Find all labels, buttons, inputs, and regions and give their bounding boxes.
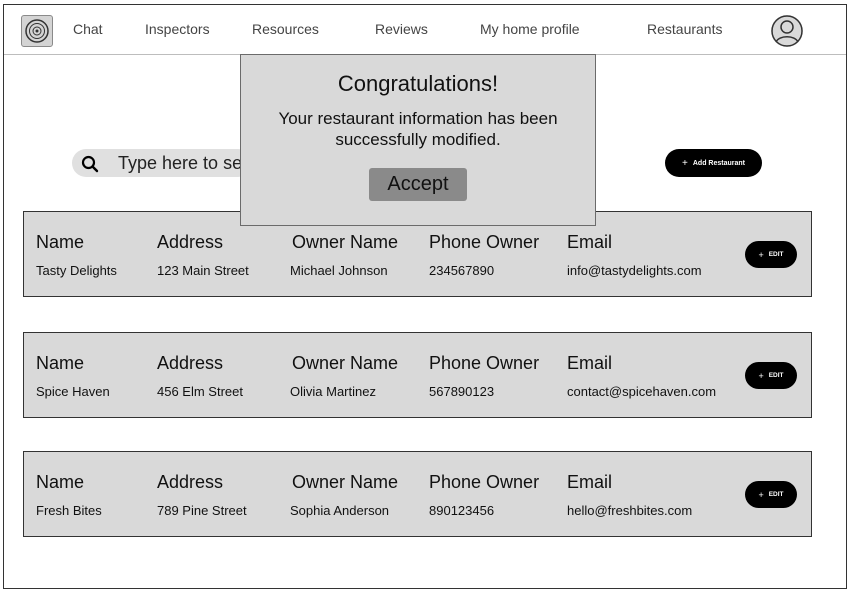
restaurant-name: Fresh Bites xyxy=(36,503,102,518)
restaurant-card: Name Address Owner Name Phone Owner Emai… xyxy=(23,451,812,537)
modal-message: Your restaurant information has been suc… xyxy=(278,109,558,149)
restaurant-email: info@tastydelights.com xyxy=(567,263,702,278)
owner-name: Michael Johnson xyxy=(290,263,388,278)
owner-name-label: Owner Name xyxy=(292,472,399,492)
search-input[interactable] xyxy=(118,151,252,175)
owner-phone: 234567890 xyxy=(429,263,495,278)
address-label: Address xyxy=(157,353,224,373)
owner-name-label: Owner Name xyxy=(292,353,399,373)
plus-icon: + xyxy=(758,370,764,381)
add-restaurant-label: Add Restaurant xyxy=(692,159,745,167)
owner-phone: 890123456 xyxy=(429,503,495,518)
edit-label: EDIT xyxy=(768,372,784,379)
owner-name: Sophia Anderson xyxy=(290,503,390,518)
name-label: Name xyxy=(36,353,85,373)
restaurant-name: Spice Haven xyxy=(36,384,110,399)
plus-icon: + xyxy=(758,489,764,500)
address-label: Address xyxy=(157,232,224,252)
restaurant-address: 123 Main Street xyxy=(157,263,249,278)
user-avatar-icon[interactable] xyxy=(771,15,803,47)
nav-link-my-home-profile[interactable]: My home profile xyxy=(480,21,580,37)
edit-button[interactable]: + EDIT xyxy=(745,362,797,389)
nav-link-resources[interactable]: Resources xyxy=(252,21,319,37)
email-label: Email xyxy=(567,232,613,252)
plus-icon: + xyxy=(682,157,688,169)
nav-link-chat[interactable]: Chat xyxy=(73,21,103,37)
nav-link-restaurants[interactable]: Restaurants xyxy=(647,21,722,37)
nav-link-reviews[interactable]: Reviews xyxy=(375,21,428,37)
restaurant-email: hello@freshbites.com xyxy=(567,503,693,518)
edit-button[interactable]: + EDIT xyxy=(745,481,797,508)
edit-label: EDIT xyxy=(768,251,784,258)
edit-label: EDIT xyxy=(768,491,784,498)
modal-title: Congratulations! xyxy=(337,71,499,96)
name-label: Name xyxy=(36,232,85,252)
accept-button[interactable]: Accept xyxy=(369,168,467,201)
phone-owner-label: Phone Owner xyxy=(429,472,540,492)
restaurant-address: 789 Pine Street xyxy=(157,503,247,518)
restaurant-address: 456 Elm Street xyxy=(157,384,243,399)
nav-link-inspectors[interactable]: Inspectors xyxy=(145,21,210,37)
restaurant-logo-icon[interactable] xyxy=(21,15,53,47)
restaurant-name: Tasty Delights xyxy=(36,263,117,278)
plus-icon: + xyxy=(758,249,764,260)
owner-name: Olivia Martinez xyxy=(290,384,376,399)
search-icon xyxy=(81,155,99,173)
restaurant-email: contact@spicehaven.com xyxy=(567,384,717,399)
restaurant-card: Name Address Owner Name Phone Owner Emai… xyxy=(23,332,812,418)
success-modal: Congratulations! Your restaurant informa… xyxy=(240,54,596,226)
address-label: Address xyxy=(157,472,224,492)
email-label: Email xyxy=(567,472,613,492)
name-label: Name xyxy=(36,472,85,492)
top-navbar: Chat Inspectors Resources Reviews My hom… xyxy=(4,5,846,55)
add-restaurant-button[interactable]: + Add Restaurant xyxy=(665,149,762,177)
phone-owner-label: Phone Owner xyxy=(429,353,540,373)
search-bar[interactable] xyxy=(72,149,252,177)
owner-phone: 567890123 xyxy=(429,384,495,399)
phone-owner-label: Phone Owner xyxy=(429,232,540,252)
owner-name-label: Owner Name xyxy=(292,232,399,252)
edit-button[interactable]: + EDIT xyxy=(745,241,797,268)
email-label: Email xyxy=(567,353,613,373)
